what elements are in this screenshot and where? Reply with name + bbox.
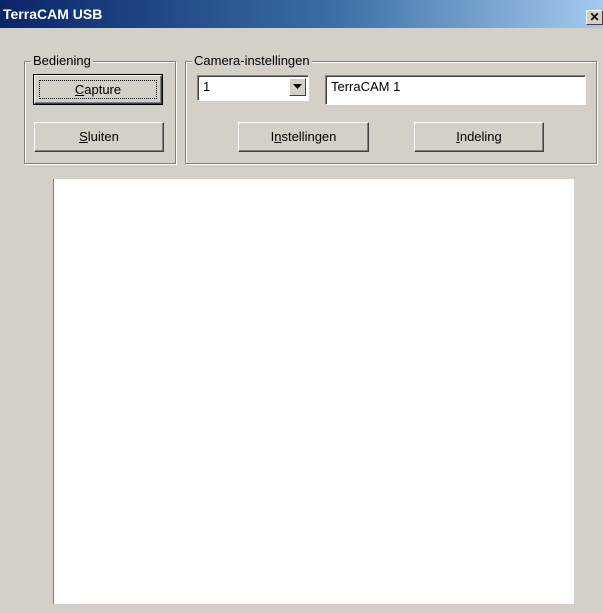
sluiten-button[interactable]: Sluiten: [34, 122, 164, 152]
camera-name-input[interactable]: TerraCAM 1: [325, 75, 586, 105]
bediening-legend: Bediening: [31, 53, 93, 68]
indeling-button-label: Indeling: [456, 129, 502, 144]
instellingen-button-label: Instellingen: [270, 129, 337, 144]
window-title: TerraCAM USB: [3, 6, 103, 22]
camera-preview: [53, 179, 574, 604]
terracam-window: TerraCAM USB ✕ Bediening Capture Sluiten…: [0, 0, 603, 613]
camera-name-value: TerraCAM 1: [331, 79, 401, 94]
camera-select[interactable]: 1: [197, 75, 309, 101]
dropdown-button[interactable]: [289, 78, 306, 96]
chevron-down-icon: [293, 84, 302, 89]
sluiten-button-label: Sluiten: [79, 129, 119, 144]
title-bar[interactable]: TerraCAM USB ✕: [0, 0, 603, 28]
close-icon[interactable]: ✕: [589, 10, 599, 24]
focus-indicator: [39, 80, 157, 99]
indeling-button[interactable]: Indeling: [414, 122, 544, 152]
capture-button[interactable]: Capture: [33, 74, 163, 105]
close-button[interactable]: ✕: [586, 10, 603, 25]
camera-instellingen-legend: Camera-instellingen: [192, 53, 312, 68]
instellingen-button[interactable]: Instellingen: [238, 122, 369, 152]
camera-select-value: 1: [203, 79, 211, 94]
